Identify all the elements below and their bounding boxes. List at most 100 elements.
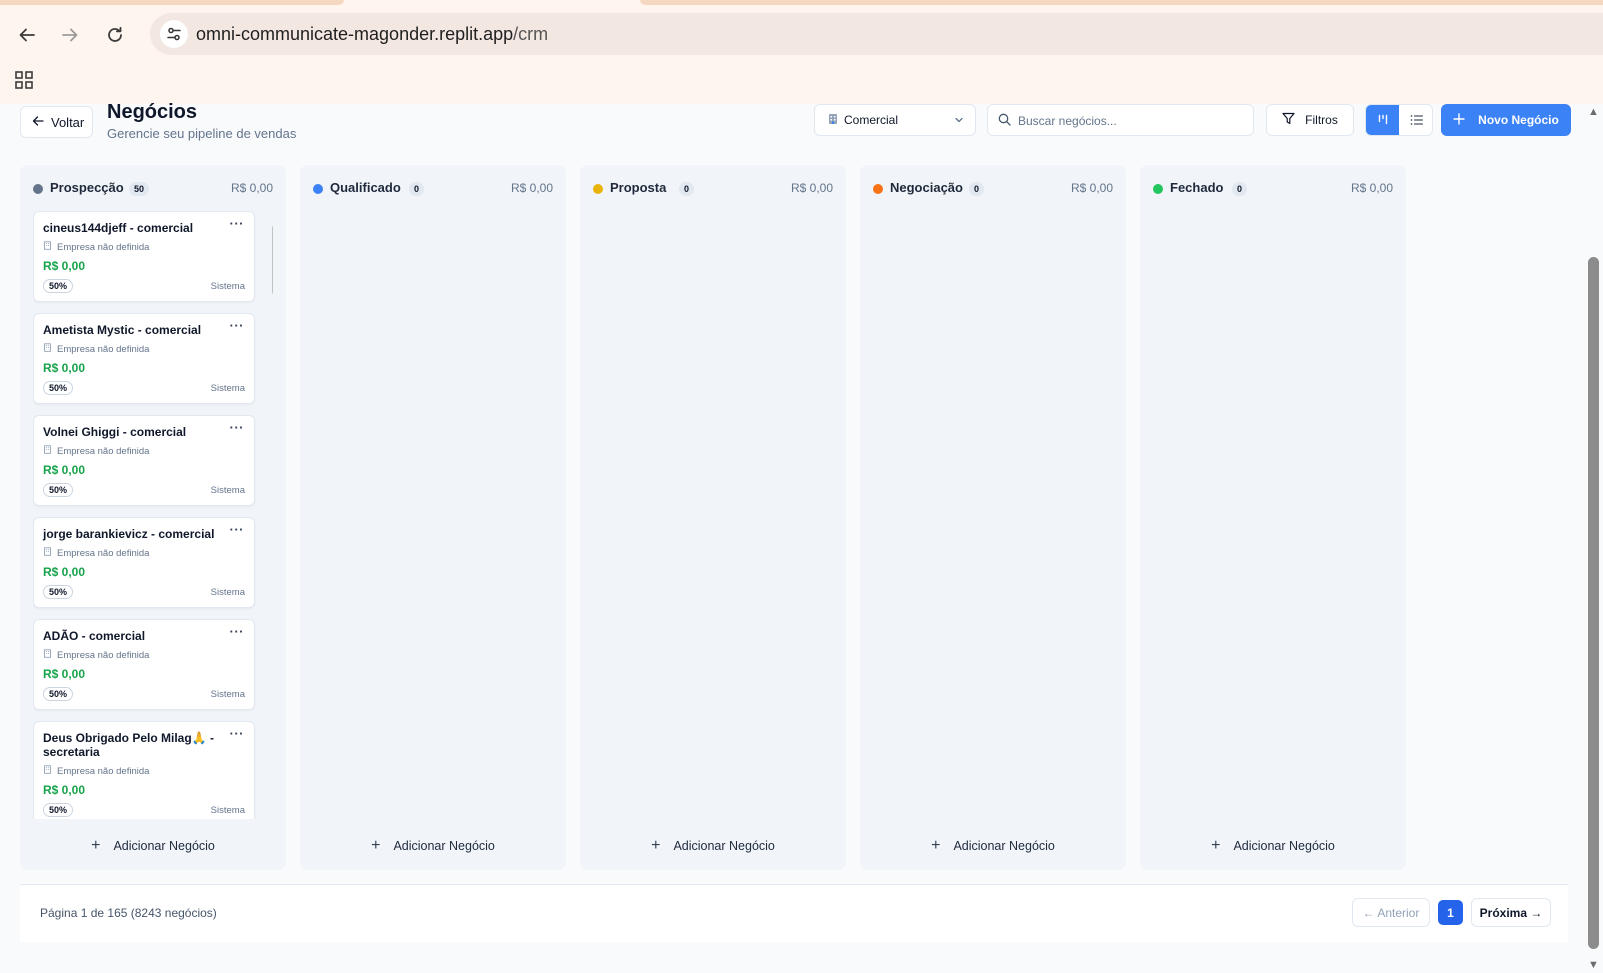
column-header: Negociação 0 R$ 0,00 [873, 179, 1113, 199]
add-deal-button[interactable]: + Adicionar Negócio [20, 836, 286, 856]
column-count-badge: 0 [409, 182, 425, 196]
column-total: R$ 0,00 [230, 181, 273, 195]
building-icon [43, 343, 52, 355]
deal-card[interactable]: jorge barankievicz - comercial ··· Empre… [33, 517, 255, 608]
new-deal-button[interactable]: Novo Negócio [1441, 104, 1571, 136]
url-text[interactable]: omni-communicate-magonder.replit.app/crm [196, 24, 548, 45]
column-total: R$ 0,00 [510, 181, 553, 195]
deal-value: R$ 0,00 [43, 783, 86, 797]
deal-owner: Sistema [210, 805, 245, 816]
more-options-icon[interactable]: ··· [230, 420, 245, 435]
more-options-icon[interactable]: ··· [230, 726, 245, 741]
reload-icon[interactable] [100, 20, 130, 50]
apps-grid-icon[interactable] [14, 70, 34, 90]
column-title: Proposta [610, 180, 667, 195]
more-options-icon[interactable]: ··· [230, 624, 245, 639]
column-qualificado: Qualificado 0 R$ 0,00 + Adicionar Negóci… [300, 165, 566, 870]
deal-card[interactable]: Ametista Mystic - comercial ··· Empresa … [33, 313, 255, 404]
page-title: Negócios [107, 101, 198, 123]
building-icon [43, 241, 52, 253]
deal-value: R$ 0,00 [43, 463, 86, 477]
deal-owner: Sistema [210, 485, 245, 496]
plus-icon: + [1211, 837, 1221, 854]
column-title: Fechado [1170, 180, 1224, 195]
more-options-icon[interactable]: ··· [230, 318, 245, 333]
add-deal-button[interactable]: + Adicionar Negócio [580, 836, 846, 856]
scroll-up-icon[interactable]: ▲ [271, 211, 273, 219]
deal-company: Empresa não definida [43, 241, 149, 253]
deal-card[interactable]: ADÃO - comercial ··· Empresa não definid… [33, 619, 255, 710]
search-box[interactable] [987, 104, 1254, 136]
chevron-down-icon [953, 114, 965, 129]
new-deal-label: Novo Negócio [1478, 113, 1559, 127]
building-icon [43, 445, 52, 457]
browser-tab[interactable] [0, 0, 344, 5]
arrow-left-icon [32, 115, 44, 130]
page-number-button[interactable]: 1 [1438, 900, 1463, 925]
deal-name: jorge barankievicz - comercial [43, 527, 215, 541]
previous-page-button[interactable]: ← Anterior [1352, 898, 1430, 927]
add-deal-button[interactable]: + Adicionar Negócio [860, 836, 1126, 856]
pipeline-select[interactable]: Comercial [814, 104, 976, 136]
building-icon [43, 547, 52, 559]
column-title: Qualificado [330, 180, 401, 195]
deal-owner: Sistema [210, 689, 245, 700]
column-count-badge: 0 [679, 182, 695, 196]
deal-company: Empresa não definida [43, 547, 149, 559]
deal-value: R$ 0,00 [43, 667, 86, 681]
next-page-button[interactable]: Próxima → [1471, 898, 1551, 927]
crm-page: Voltar Negócios Gerencie seu pipeline de… [0, 101, 1580, 973]
scroll-up-icon[interactable]: ▲ [1588, 106, 1599, 118]
list-view-icon[interactable] [1400, 105, 1432, 135]
pagination-info: Página 1 de 165 (8243 negócios) [40, 906, 217, 920]
more-options-icon[interactable]: ··· [230, 522, 245, 537]
column-total: R$ 0,00 [1070, 181, 1113, 195]
deal-company: Empresa não definida [43, 343, 149, 355]
building-icon [43, 649, 52, 661]
building-icon [827, 113, 839, 128]
window-scrollbar-thumb[interactable] [1588, 257, 1599, 949]
filters-button[interactable]: Filtros [1266, 104, 1354, 136]
scroll-down-icon[interactable]: ▼ [1588, 959, 1599, 971]
deal-list-scrollbar[interactable]: ▲ ▼ [270, 211, 273, 819]
deal-name: Volnei Ghiggi - comercial [43, 425, 187, 439]
search-input[interactable] [1018, 111, 1243, 131]
deal-probability-badge: 50% [43, 687, 74, 701]
deal-value: R$ 0,00 [43, 259, 86, 273]
back-arrow-icon[interactable] [12, 20, 42, 50]
column-count-badge: 0 [969, 182, 985, 196]
deal-company: Empresa não definida [43, 445, 149, 457]
deal-card[interactable]: Volnei Ghiggi - comercial ··· Empresa nã… [33, 415, 255, 506]
add-deal-button[interactable]: + Adicionar Negócio [1140, 836, 1406, 856]
deal-owner: Sistema [210, 383, 245, 394]
deal-card[interactable]: Deus Obrigado Pelo Milag🙏 - secretaria ·… [33, 721, 255, 819]
kanban-view-icon[interactable] [1366, 105, 1399, 135]
add-deal-button[interactable]: + Adicionar Negócio [300, 836, 566, 856]
deal-probability-badge: 50% [43, 279, 74, 293]
stage-color-dot [1153, 184, 1163, 194]
deal-company: Empresa não definida [43, 765, 149, 777]
column-header: Prospecção 50 R$ 0,00 [33, 179, 273, 199]
site-settings-icon[interactable] [160, 20, 188, 48]
browser-tab[interactable] [640, 0, 1603, 5]
deal-probability-badge: 50% [43, 381, 74, 395]
back-button[interactable]: Voltar [20, 106, 93, 138]
scroll-down-icon[interactable]: ▼ [271, 811, 273, 819]
deal-probability-badge: 50% [43, 803, 74, 817]
address-bar[interactable]: omni-communicate-magonder.replit.app/crm [150, 13, 1603, 55]
forward-arrow-icon[interactable] [55, 20, 85, 50]
deal-list[interactable]: cineus144djeff - comercial ··· Empresa n… [33, 211, 273, 819]
deal-name: cineus144djeff - comercial [43, 221, 194, 235]
scrollbar-thumb[interactable] [272, 225, 273, 295]
column-proposta: Proposta 0 R$ 0,00 + Adicionar Negócio [580, 165, 846, 870]
column-fechado: Fechado 0 R$ 0,00 + Adicionar Negócio [1140, 165, 1406, 870]
deal-name: Ametista Mystic - comercial [43, 323, 202, 337]
deal-card[interactable]: cineus144djeff - comercial ··· Empresa n… [33, 211, 255, 302]
window-scrollbar[interactable]: ▲ ▼ [1584, 104, 1603, 973]
column-count-badge: 50 [129, 182, 150, 196]
plus-icon: + [371, 837, 381, 854]
more-options-icon[interactable]: ··· [230, 216, 245, 231]
column-total: R$ 0,00 [790, 181, 833, 195]
stage-color-dot [33, 184, 43, 194]
deal-value: R$ 0,00 [43, 565, 86, 579]
